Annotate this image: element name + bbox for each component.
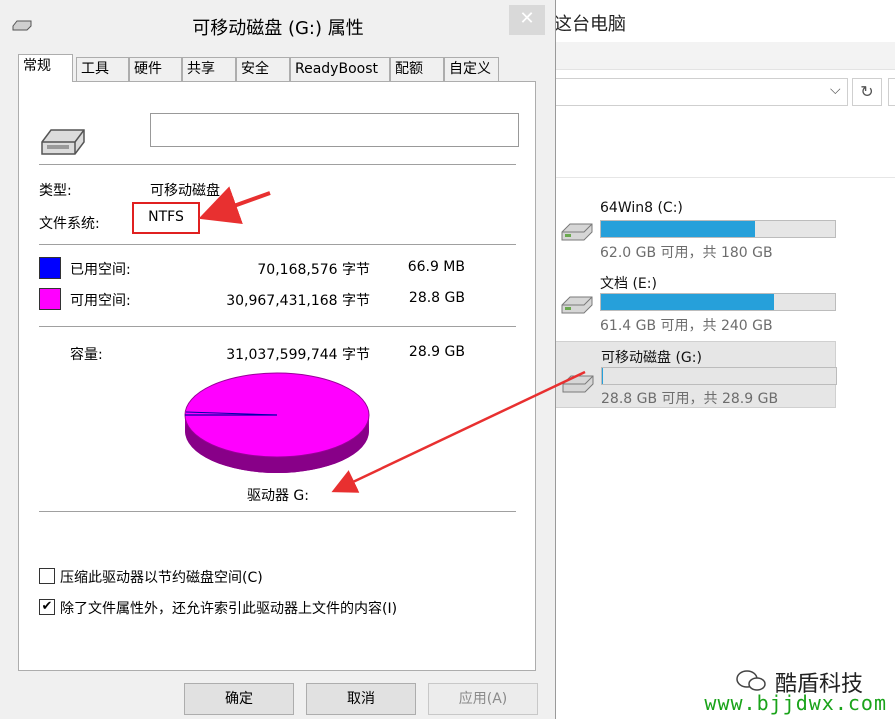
ok-button[interactable]: 确定 <box>184 683 294 715</box>
index-label[interactable]: 除了文件属性外，还允许索引此驱动器上文件的内容(I) <box>60 598 397 618</box>
general-tab-panel: 类型: 可移动磁盘 文件系统: NTFS 已用空间: 70,168,576 字节… <box>18 81 536 671</box>
dialog-titlebar[interactable]: 可移动磁盘 (G:) 属性 ✕ <box>0 0 556 46</box>
removable-drive-icon <box>41 129 85 155</box>
compress-checkbox[interactable] <box>39 568 55 584</box>
cancel-button[interactable]: 取消 <box>306 683 416 715</box>
tab-strip: 常规 工具 硬件 共享 安全 ReadyBoost 配额 自定义 <box>18 54 538 82</box>
type-value: 可移动磁盘 <box>150 183 220 199</box>
type-label: 类型: <box>39 183 72 199</box>
divider <box>39 244 516 245</box>
tab-general[interactable]: 常规 <box>18 54 73 82</box>
watermark-url: www.bjjdwx.com <box>704 691 887 715</box>
tab-customize[interactable]: 自定义 <box>444 57 499 82</box>
divider <box>39 164 516 165</box>
drive-item-g[interactable]: 可移动磁盘 (G:) 28.8 GB 可用，共 28.9 GB <box>554 341 837 408</box>
tab-quota[interactable]: 配额 <box>390 57 444 82</box>
tab-tools[interactable]: 工具 <box>76 57 129 82</box>
capacity-bytes: 31,037,599,744 字节 <box>226 347 370 363</box>
drive-size-text: 62.0 GB 可用，共 180 GB <box>600 245 773 261</box>
drive-name: 可移动磁盘 (G:) <box>601 350 702 366</box>
used-space-size: 66.9 MB <box>407 259 465 275</box>
filesystem-value: NTFS <box>132 202 200 234</box>
tab-security[interactable]: 安全 <box>236 57 290 82</box>
free-space-label: 可用空间: <box>70 293 131 309</box>
search-box[interactable] <box>888 78 895 106</box>
drive-usage-fill <box>601 294 775 310</box>
drive-item-c[interactable]: 64Win8 (C:) 62.0 GB 可用，共 180 GB <box>554 200 844 270</box>
explorer-window: 这台电脑 ⌵ ↻ 64Win8 (C:) 62.0 GB 可用，共 180 GB… <box>548 0 895 719</box>
drive-item-e[interactable]: 文档 (E:) 61.4 GB 可用，共 240 GB <box>554 273 844 343</box>
free-space-size: 28.8 GB <box>408 290 465 306</box>
chevron-down-icon[interactable]: ⌵ <box>830 82 841 98</box>
drive-name-input[interactable] <box>150 113 519 147</box>
toolbar-separator <box>548 140 895 178</box>
divider <box>39 326 516 327</box>
capacity-size: 28.9 GB <box>408 344 465 360</box>
properties-dialog: 可移动磁盘 (G:) 属性 ✕ 常规 工具 硬件 共享 安全 ReadyBoos… <box>0 0 556 719</box>
disk-usage-pie <box>184 372 370 473</box>
drive-size-text: 61.4 GB 可用，共 240 GB <box>600 318 773 334</box>
apply-button[interactable]: 应用(A) <box>428 683 538 715</box>
drive-usage-bar <box>600 293 836 311</box>
compress-label[interactable]: 压缩此驱动器以节约磁盘空间(C) <box>60 567 263 587</box>
used-space-label: 已用空间: <box>70 262 131 278</box>
close-button[interactable]: ✕ <box>509 5 545 35</box>
hard-drive-icon <box>561 223 593 241</box>
free-space-bytes: 30,967,431,168 字节 <box>226 293 370 309</box>
drive-letter-label: 驱动器 G: <box>246 488 309 504</box>
address-bar[interactable] <box>548 78 848 106</box>
free-space-swatch <box>39 288 61 310</box>
explorer-title: 这台电脑 <box>554 14 626 35</box>
drive-size-text: 28.8 GB 可用，共 28.9 GB <box>601 391 779 407</box>
filesystem-label: 文件系统: <box>39 216 100 232</box>
refresh-icon[interactable]: ↻ <box>852 78 882 106</box>
used-space-swatch <box>39 257 61 279</box>
tab-hardware[interactable]: 硬件 <box>129 57 182 82</box>
removable-drive-icon <box>562 375 594 393</box>
drive-usage-fill <box>601 221 756 237</box>
explorer-ribbon <box>548 42 895 70</box>
hard-drive-icon <box>561 296 593 314</box>
tab-sharing[interactable]: 共享 <box>182 57 236 82</box>
drive-usage-bar <box>601 367 837 385</box>
drive-name: 文档 (E:) <box>600 276 657 292</box>
dialog-title: 可移动磁盘 (G:) 属性 <box>192 18 364 39</box>
divider <box>39 511 516 512</box>
used-space-bytes: 70,168,576 字节 <box>257 262 370 278</box>
index-checkbox[interactable]: ✔ <box>39 599 55 615</box>
drive-name: 64Win8 (C:) <box>600 200 683 216</box>
tab-readyboost[interactable]: ReadyBoost <box>290 57 390 82</box>
capacity-label: 容量: <box>70 347 103 363</box>
drive-usage-bar <box>600 220 836 238</box>
